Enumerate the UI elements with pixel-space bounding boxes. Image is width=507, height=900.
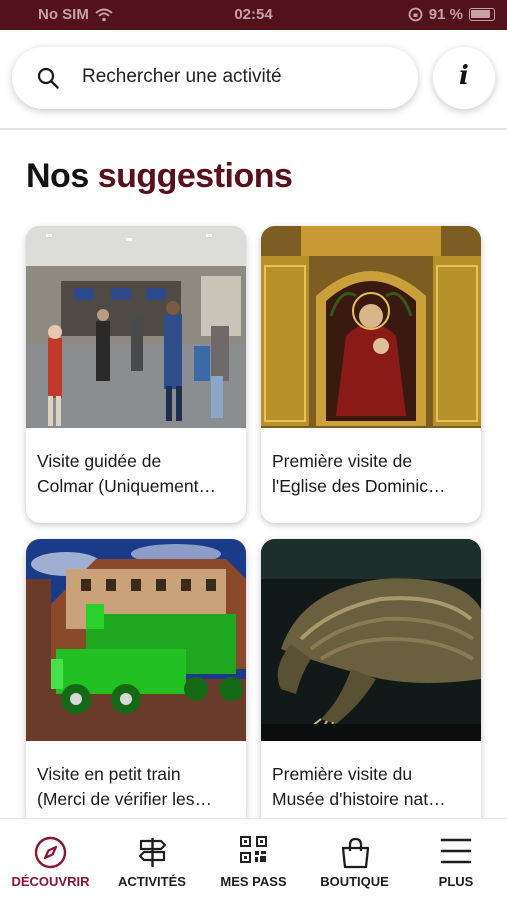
tab-label: DÉCOUVRIR [11,874,90,889]
signpost-icon [138,838,167,867]
activity-image-altarpiece [261,226,481,428]
tab-label: PLUS [438,874,474,889]
wifi-icon [95,8,113,21]
info-button[interactable]: i [433,47,495,109]
card-title-line1: Visite en petit train [37,764,181,784]
activity-card-title: Visite en petit train (Merci de vérifier… [37,762,239,812]
card-title-line2: l'Eglise des Dominic… [272,476,446,496]
status-left: No SIM [38,6,113,23]
activity-card-petit-train[interactable]: Visite en petit train (Merci de vérifier… [26,539,246,829]
search-input[interactable]: Rechercher une activité [82,66,282,88]
qr-code-icon [240,836,267,863]
compass-icon [34,836,67,869]
tab-decouvrir[interactable]: DÉCOUVRIR [0,819,101,900]
status-right: 91 % [408,6,495,23]
card-title-line2: (Merci de vérifier les… [37,789,213,809]
shopping-bag-icon [341,837,370,869]
tab-label: BOUTIQUE [320,874,389,889]
tab-activites[interactable]: ACTIVITÉS [101,819,203,900]
activity-card-dominicains[interactable]: Première visite de l'Eglise des Dominic… [261,226,481,523]
battery-percent: 91 % [428,6,463,23]
tab-boutique[interactable]: BOUTIQUE [304,819,405,900]
status-bar: 02:54 No SIM 91 % [0,0,507,30]
orientation-lock-icon [408,7,423,22]
card-title-line1: Visite guidée de [37,451,162,471]
tab-mes-pass[interactable]: MES PASS [203,819,304,900]
activity-card-title: Première visite du Musée d'histoire nat… [272,762,474,812]
search-icon [37,67,59,89]
card-title-line1: Première visite du [272,764,413,784]
card-title-line1: Première visite de [272,451,413,471]
carrier-label: No SIM [38,6,89,23]
card-title-line2: Colmar (Uniquement… [37,476,216,496]
header-divider [0,128,507,130]
search-bar[interactable]: Rechercher une activité [12,47,418,109]
battery-icon [469,8,495,21]
menu-icon [440,838,472,864]
section-title: Nos suggestions [26,157,293,196]
tab-label: MES PASS [220,874,287,889]
info-icon: i [459,61,469,91]
section-title-plain: Nos [26,157,98,195]
activity-card-title: Visite guidée de Colmar (Uniquement… [37,449,239,499]
activity-card-museum[interactable]: Première visite du Musée d'histoire nat… [261,539,481,829]
activity-image-tourist-train [26,539,246,741]
activity-card-title: Première visite de l'Eglise des Dominic… [272,449,474,499]
card-title-line2: Musée d'histoire nat… [272,789,446,809]
activity-card-colmar-tour[interactable]: Visite guidée de Colmar (Uniquement… [26,226,246,523]
tab-label: ACTIVITÉS [118,874,186,889]
activity-image-tourist-office [26,226,246,428]
section-title-accent: suggestions [97,157,293,195]
bottom-tab-bar: DÉCOUVRIR ACTIVITÉS MES PASS BOUTIQUE PL… [0,818,507,900]
tab-plus[interactable]: PLUS [405,819,507,900]
activity-image-pangolin [261,539,481,741]
